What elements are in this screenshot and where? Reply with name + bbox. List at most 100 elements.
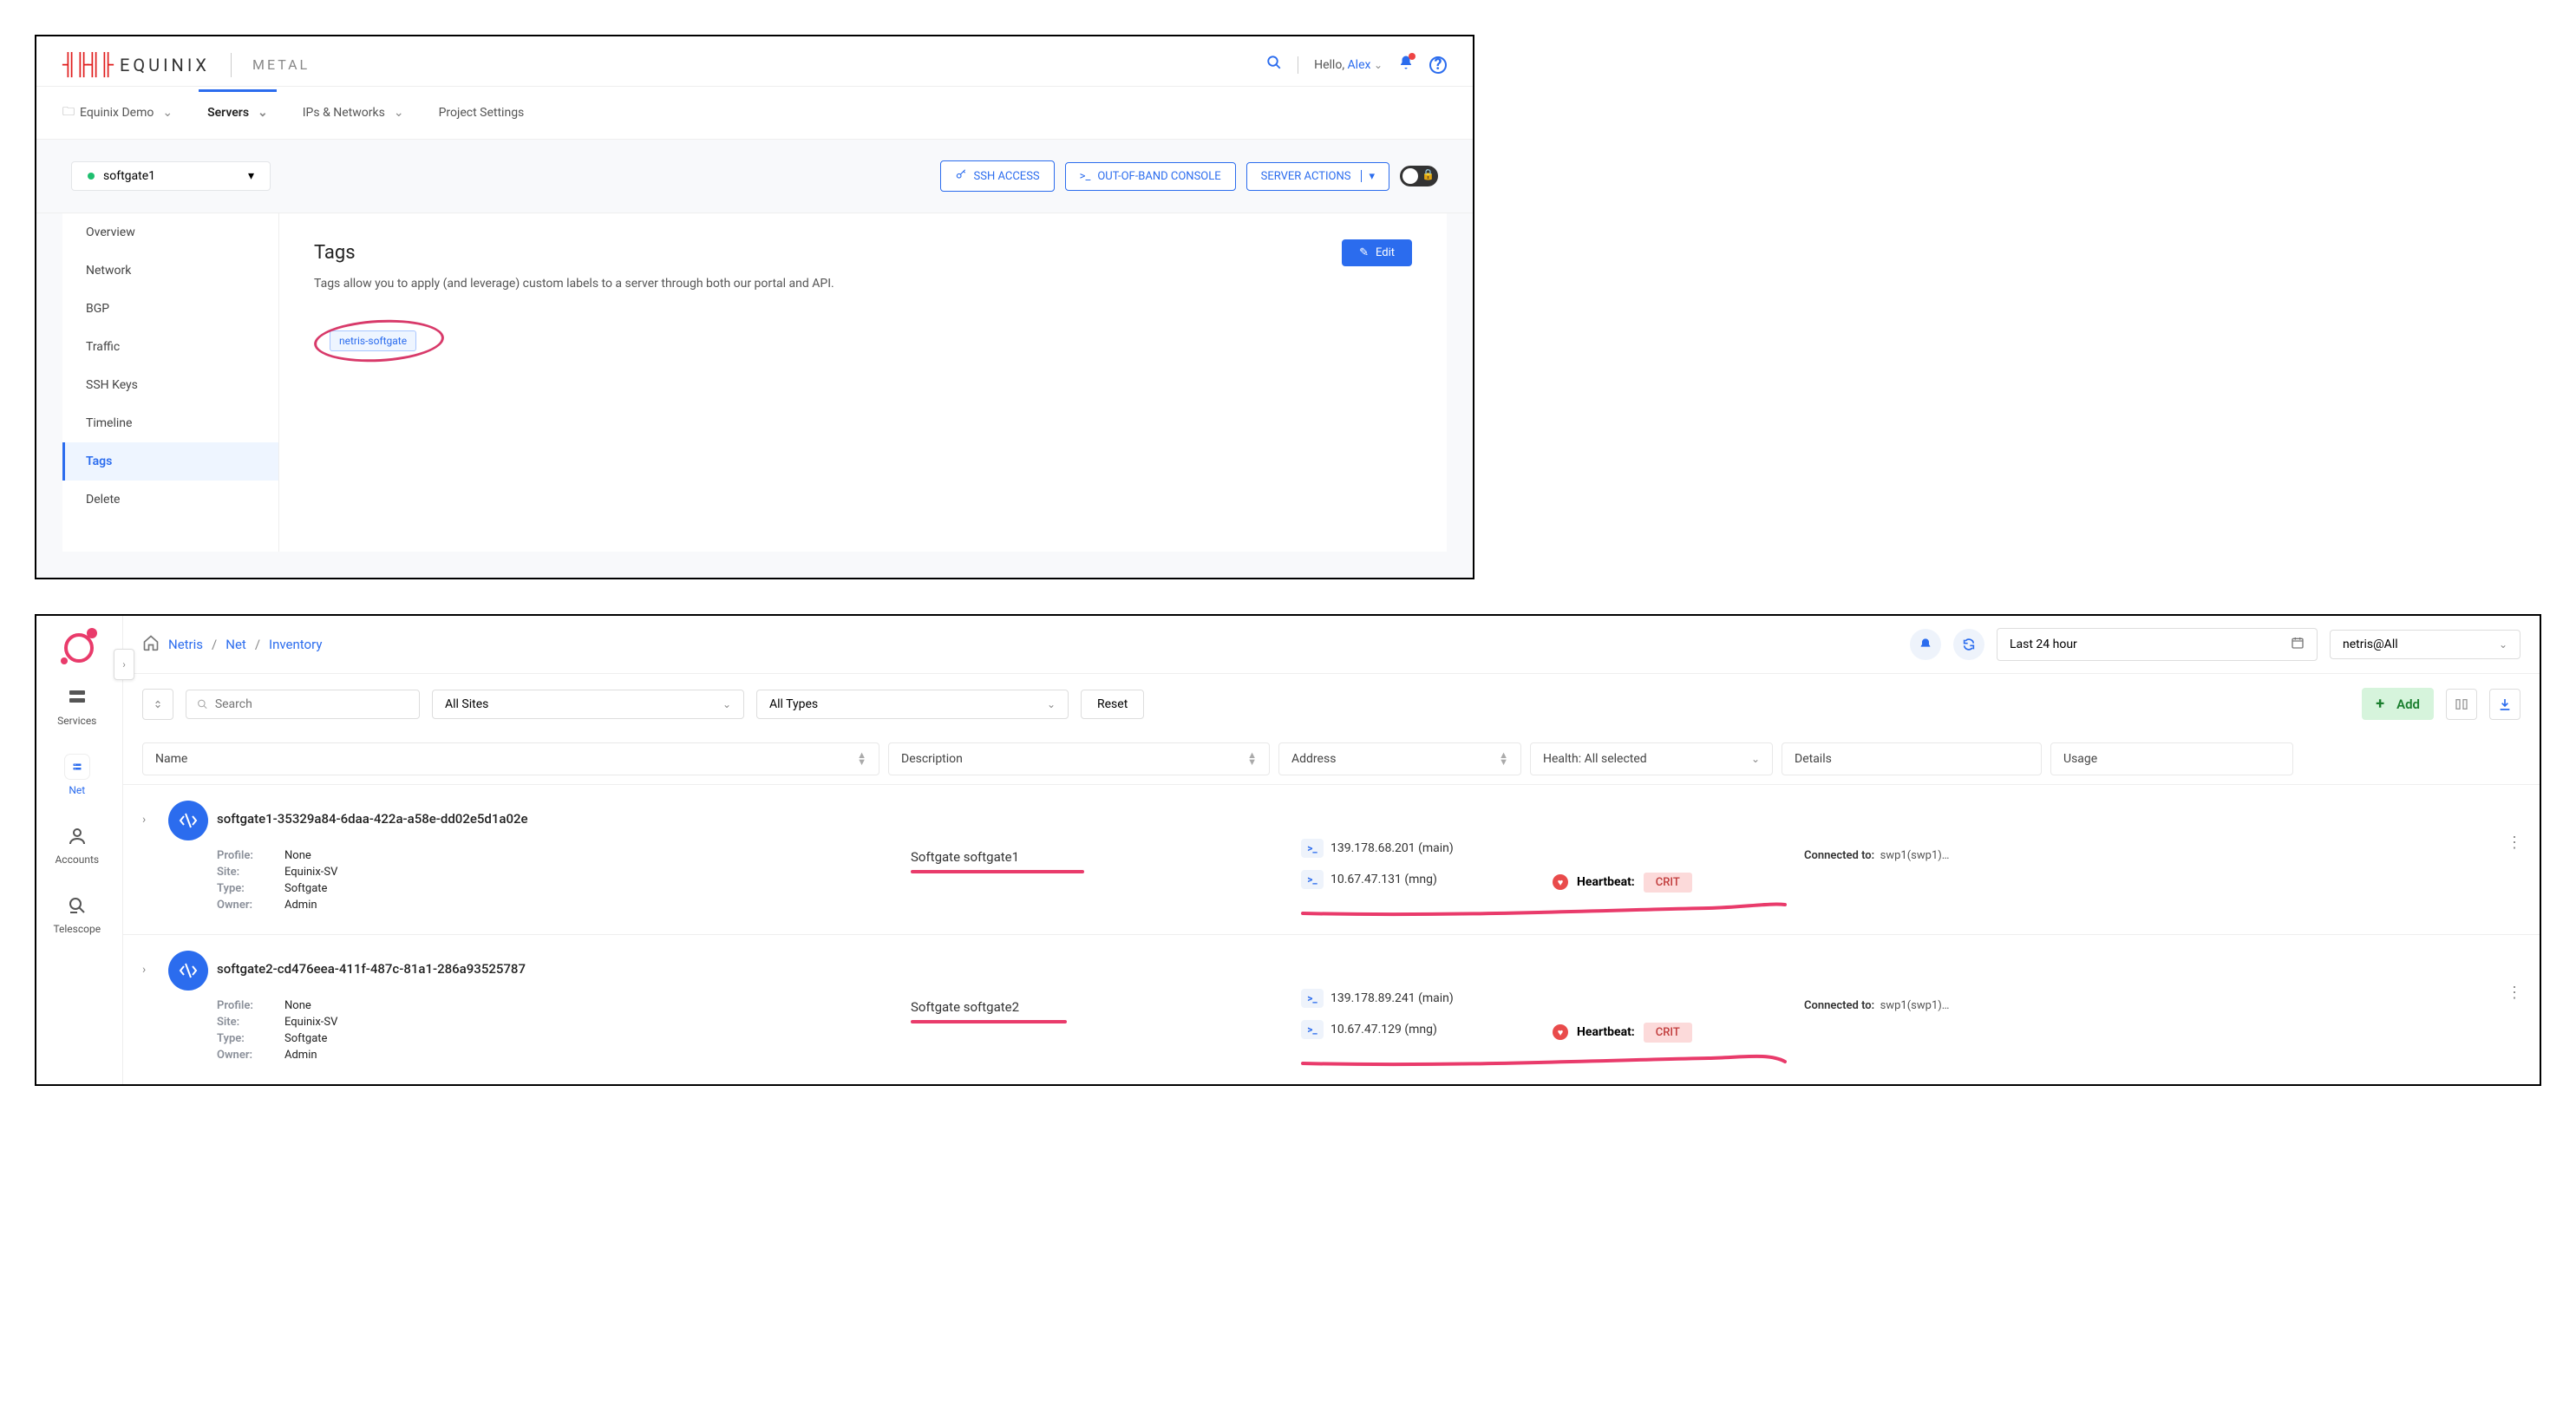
meta-type-label: Type:: [217, 1032, 278, 1045]
sites-filter[interactable]: All Sites ⌄: [432, 690, 744, 719]
sidebar-item-ssh-keys[interactable]: SSH Keys: [62, 366, 278, 404]
sidebar-item-traffic[interactable]: Traffic: [62, 328, 278, 366]
edit-button[interactable]: ✎ Edit: [1342, 239, 1412, 266]
equinix-sidebar: OverviewNetworkBGPTrafficSSH KeysTimelin…: [62, 213, 279, 552]
brand-divider: [231, 53, 232, 77]
device-icon: [168, 801, 208, 840]
crumb-netris[interactable]: Netris: [168, 637, 203, 652]
equinix-panel: ╢╟╢╟ EQUINIX METAL Hello, Alex ⌄ ? 🗀 Equ…: [35, 35, 1474, 579]
tenant-label: netris@All: [2343, 638, 2398, 651]
search-input[interactable]: [186, 690, 420, 719]
rail-label: Telescope: [53, 923, 101, 935]
reset-button[interactable]: Reset: [1081, 690, 1144, 719]
col-header-health[interactable]: Health: All selected ⌄: [1530, 742, 1773, 775]
address-line[interactable]: >_139.178.68.201 (main): [1301, 839, 1544, 858]
key-icon: [955, 168, 967, 184]
address-line[interactable]: >_139.178.89.241 (main): [1301, 989, 1544, 1008]
equinix-subbrand: METAL: [252, 56, 310, 73]
col-header-name[interactable]: Name ▲▼: [142, 742, 879, 775]
nav-ips[interactable]: IPs & Networks: [303, 106, 404, 120]
lock-toggle[interactable]: 🔒: [1400, 166, 1438, 186]
nav-servers[interactable]: Servers: [207, 106, 268, 120]
net-icon: [65, 755, 89, 779]
expand-toggle[interactable]: ›: [142, 951, 160, 1065]
rail-label: Net: [69, 784, 85, 796]
row-health: ♥ Heartbeat: CRIT: [1553, 951, 1795, 1065]
bell-icon[interactable]: [1910, 629, 1941, 660]
address-line[interactable]: >_10.67.47.129 (mng): [1301, 1020, 1544, 1039]
types-filter[interactable]: All Types ⌄: [756, 690, 1069, 719]
meta-type-value: Softgate: [284, 882, 327, 895]
terminal-icon: >_: [1301, 839, 1324, 858]
oob-console-button[interactable]: >_ OUT-OF-BAND CONSOLE: [1065, 162, 1236, 191]
netris-table-body: › softgate1-35329a84-6daa-422a-a58e-dd02…: [123, 784, 2540, 1084]
refresh-icon[interactable]: [1953, 629, 1984, 660]
equinix-body: OverviewNetworkBGPTrafficSSH KeysTimelin…: [36, 213, 1473, 578]
status-badge: CRIT: [1644, 1023, 1692, 1043]
server-select-label: softgate1: [103, 169, 155, 183]
server-actions-button[interactable]: SERVER ACTIONS ▾: [1246, 162, 1389, 191]
rail-label: Accounts: [55, 853, 99, 866]
edit-label: Edit: [1376, 246, 1395, 259]
server-selector[interactable]: softgate1 ▾: [71, 161, 271, 191]
address-line[interactable]: >_10.67.47.131 (mng): [1301, 870, 1544, 889]
greeting-prefix: Hello,: [1314, 58, 1347, 72]
bell-icon[interactable]: [1398, 55, 1414, 75]
meta-site-label: Site:: [217, 866, 278, 879]
columns-button[interactable]: [2446, 689, 2477, 720]
sidebar-item-network[interactable]: Network: [62, 252, 278, 290]
accounts-icon: [65, 824, 89, 848]
sidebar-item-tags[interactable]: Tags: [62, 442, 278, 481]
col-header-usage: Usage: [2050, 742, 2293, 775]
nav-project-settings[interactable]: Project Settings: [439, 106, 525, 120]
chevron-down-icon: ⌄: [722, 698, 731, 710]
equinix-brand: ╢╟╢╟ EQUINIX METAL: [62, 52, 310, 77]
user-greeting[interactable]: Hello, Alex ⌄: [1314, 58, 1383, 72]
nav-project[interactable]: 🗀 Equinix Demo: [62, 102, 173, 123]
collapse-toggle[interactable]: [142, 689, 173, 720]
actions-label: SERVER ACTIONS: [1261, 170, 1351, 183]
sidebar-item-overview[interactable]: Overview: [62, 213, 278, 252]
sort-icon: ▲▼: [1499, 752, 1508, 766]
netris-topbar: Netris / Net / Inventory Last 24 hour: [123, 616, 2540, 674]
meta-owner-label: Owner:: [217, 1049, 278, 1062]
row-title[interactable]: softgate2-cd476eea-411f-487c-81a1-286a93…: [217, 961, 902, 977]
sidebar-item-timeline[interactable]: Timeline: [62, 404, 278, 442]
col-header-description[interactable]: Description ▲▼: [888, 742, 1270, 775]
timerange-select[interactable]: Last 24 hour: [1997, 628, 2318, 661]
crumb-inventory[interactable]: Inventory: [269, 637, 322, 652]
sidebar-item-delete[interactable]: Delete: [62, 481, 278, 519]
row-details: Connected to: swp1(swp1)…: [1804, 951, 2064, 1065]
rail-item-services[interactable]: Services: [56, 671, 98, 741]
download-button[interactable]: [2489, 689, 2520, 720]
row-menu-button[interactable]: ⋮: [2507, 834, 2522, 852]
ssh-label: SSH ACCESS: [974, 170, 1040, 183]
row-address: >_139.178.68.201 (main) >_10.67.47.131 (m…: [1301, 801, 1544, 915]
search-field[interactable]: [215, 697, 409, 711]
tenant-select[interactable]: netris@All ⌄: [2330, 630, 2520, 659]
equinix-nav: 🗀 Equinix Demo Servers IPs & Networks Pr…: [36, 87, 1473, 140]
folder-icon: 🗀: [62, 102, 75, 123]
chevron-down-icon: ⌄: [1751, 753, 1760, 765]
rail-item-net[interactable]: Net: [56, 741, 98, 810]
lock-icon: 🔒: [1422, 168, 1435, 180]
ssh-access-button[interactable]: SSH ACCESS: [940, 160, 1055, 192]
nav-settings-label: Project Settings: [439, 106, 525, 120]
expand-toggle[interactable]: ›: [142, 801, 160, 915]
equinix-toolbar: softgate1 ▾ SSH ACCESS >_ OUT-OF-BAND CO…: [36, 140, 1473, 213]
row-menu-button[interactable]: ⋮: [2507, 984, 2522, 1002]
rail-item-telescope[interactable]: Telescope: [56, 880, 98, 949]
sidebar-item-bgp[interactable]: BGP: [62, 290, 278, 328]
rail-item-accounts[interactable]: Accounts: [56, 810, 98, 880]
crumb-net[interactable]: Net: [226, 637, 246, 652]
heartbeat-icon: ♥: [1553, 874, 1568, 890]
help-icon[interactable]: ?: [1429, 56, 1447, 74]
col-header-address[interactable]: Address ▲▼: [1278, 742, 1521, 775]
home-icon[interactable]: [142, 634, 160, 656]
breadcrumb: Netris / Net / Inventory: [142, 634, 322, 656]
add-button[interactable]: + Add: [2362, 688, 2434, 720]
search-icon[interactable]: [1266, 55, 1282, 75]
row-title[interactable]: softgate1-35329a84-6daa-422a-a58e-dd02e5…: [217, 811, 902, 827]
greeting-user-link[interactable]: Alex: [1348, 58, 1371, 72]
rail-expand-button[interactable]: ›: [114, 649, 134, 680]
